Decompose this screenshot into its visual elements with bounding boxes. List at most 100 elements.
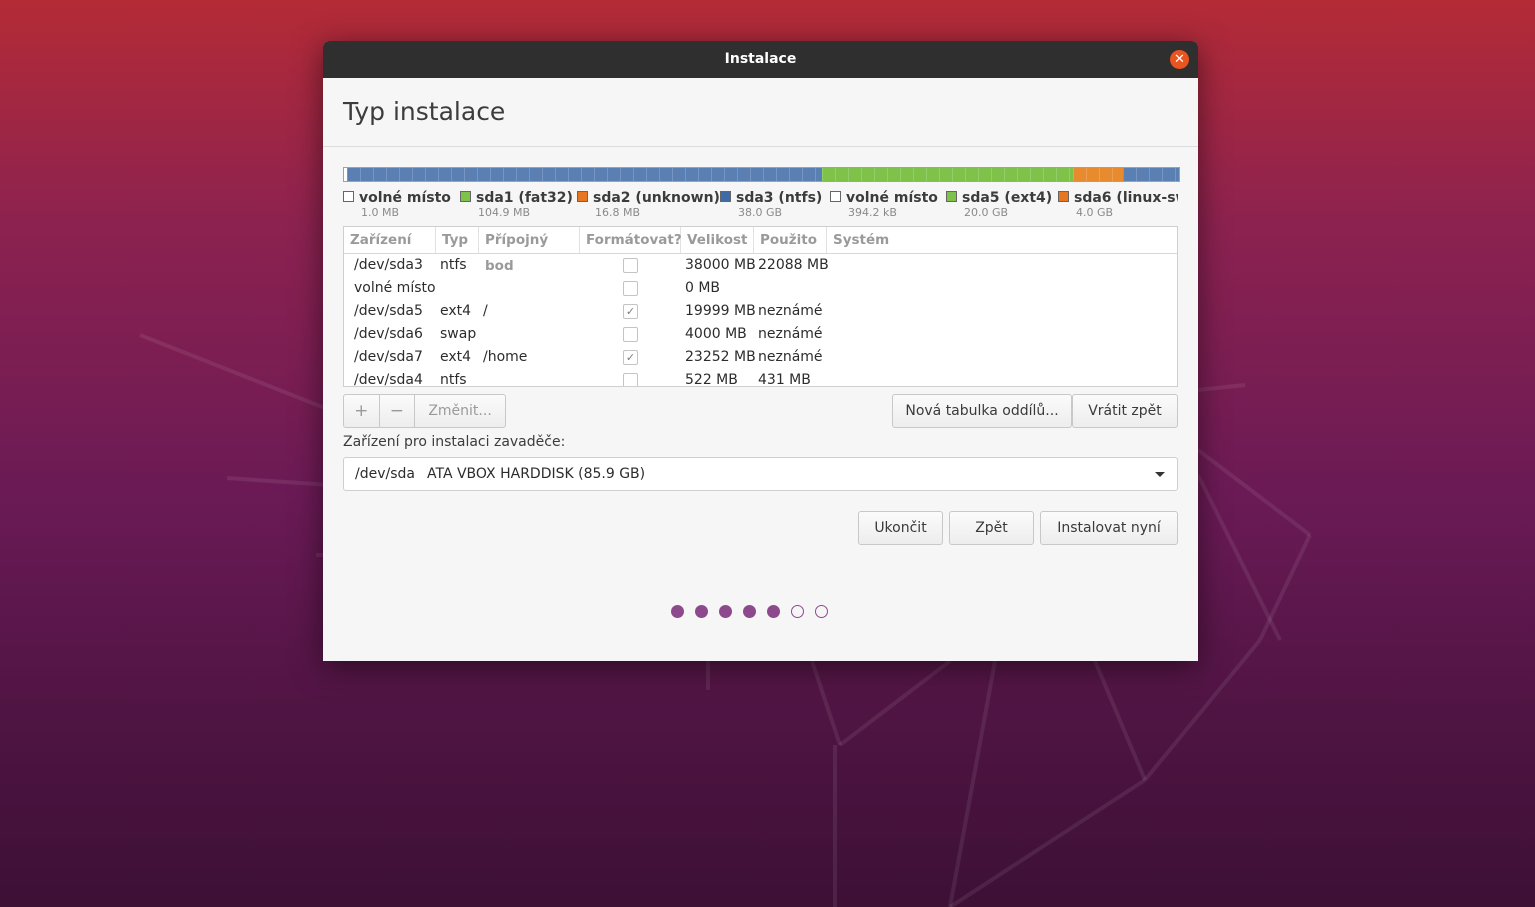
legend-swatch	[946, 191, 957, 202]
column-header[interactable]: Typ	[436, 227, 479, 253]
legend-size: 394.2 kB	[848, 206, 897, 217]
cell-device: volné místo	[354, 280, 436, 296]
cell-type: ext4	[440, 349, 472, 365]
table-row[interactable]: /dev/sda3 ntfs 38000 MB 22088 MB	[344, 254, 1177, 277]
page-title: Typ instalace	[343, 97, 506, 126]
legend-name: sda6 (linux-swa	[1074, 190, 1178, 206]
change-partition-button[interactable]: Změnit...	[415, 395, 505, 427]
cell-mount: /	[483, 303, 488, 319]
table-body: /dev/sda3 ntfs 38000 MB 22088 MB volné místo…	[344, 254, 1177, 387]
legend-item: sda5 (ext4) 20.0 GB	[946, 187, 1053, 217]
column-header[interactable]: Velikost	[681, 227, 754, 253]
legend-name: sda1 (fat32)	[476, 190, 573, 206]
progress-dot	[695, 605, 708, 618]
legend-swatch	[830, 191, 841, 202]
window-title: Instalace	[724, 51, 797, 67]
cell-used: 22088 MB	[758, 257, 829, 273]
format-checkbox[interactable]: ✓	[623, 350, 638, 365]
legend-swatch	[577, 191, 588, 202]
bootloader-description: ATA VBOX HARDDISK (85.9 GB)	[427, 466, 646, 482]
cell-used: neznámé	[758, 326, 823, 342]
cell-mount: /home	[483, 349, 528, 365]
cell-type: ntfs	[440, 257, 467, 273]
cell-used: neznámé	[758, 349, 823, 365]
format-checkbox[interactable]	[623, 281, 638, 296]
remove-partition-button[interactable]: −	[380, 395, 416, 427]
legend-item: sda3 (ntfs) 38.0 GB	[720, 187, 823, 217]
legend-size: 16.8 MB	[595, 206, 641, 217]
legend-item: sda1 (fat32) 104.9 MB	[460, 187, 573, 217]
legend-item: volné místo 1.0 MB	[343, 187, 451, 217]
new-partition-table-button[interactable]: Nová tabulka oddílů...	[892, 394, 1072, 428]
add-partition-button[interactable]: +	[344, 395, 380, 427]
partition-bar-segment	[822, 168, 1073, 181]
bootloader-device: /dev/sda	[355, 466, 415, 482]
progress-dots	[671, 605, 828, 621]
progress-dot	[791, 605, 804, 618]
legend-swatch	[720, 191, 731, 202]
quit-button[interactable]: Ukončit	[858, 511, 943, 545]
cell-device: /dev/sda3	[354, 257, 423, 273]
column-header[interactable]: Přípojný bod	[479, 227, 580, 274]
partition-bar-segment	[1123, 168, 1179, 181]
legend-size: 4.0 GB	[1076, 206, 1114, 217]
legend-item: volné místo 394.2 kB	[830, 187, 938, 217]
progress-dot	[671, 605, 684, 618]
cell-type: ntfs	[440, 372, 467, 387]
legend-swatch	[343, 191, 354, 202]
progress-dot	[815, 605, 828, 618]
column-header[interactable]: Použito	[754, 227, 827, 253]
bootloader-device-select[interactable]: /dev/sda ATA VBOX HARDDISK (85.9 GB)	[343, 457, 1178, 491]
legend-name: sda5 (ext4)	[962, 190, 1053, 206]
cell-device: /dev/sda7	[354, 349, 423, 365]
column-header[interactable]: Zařízení	[344, 227, 436, 253]
cell-device: /dev/sda6	[354, 326, 423, 342]
format-checkbox[interactable]	[623, 327, 638, 342]
partition-edit-buttons: + − Změnit...	[343, 394, 506, 428]
table-row[interactable]: /dev/sda4 ntfs 522 MB 431 MB	[344, 369, 1177, 387]
close-icon[interactable]: ✕	[1170, 50, 1189, 69]
title-bar: Instalace ✕	[323, 41, 1198, 78]
revert-button[interactable]: Vrátit zpět	[1072, 394, 1178, 428]
divider	[323, 146, 1198, 147]
legend-name: sda2 (unknown)	[593, 190, 720, 206]
column-header[interactable]: Formátovat?	[580, 227, 682, 253]
cell-size: 38000 MB	[685, 257, 756, 273]
cell-used: neznámé	[758, 303, 823, 319]
legend-size: 104.9 MB	[478, 206, 531, 217]
progress-dot	[719, 605, 732, 618]
cell-device: /dev/sda4	[354, 372, 423, 387]
cell-size: 4000 MB	[685, 326, 747, 342]
partition-bar-segment	[346, 168, 823, 181]
back-button[interactable]: Zpět	[949, 511, 1034, 545]
chevron-down-icon	[1155, 472, 1165, 477]
cell-size: 522 MB	[685, 372, 738, 387]
cell-used: 431 MB	[758, 372, 811, 387]
column-header[interactable]: Systém	[827, 227, 1177, 253]
legend-name: sda3 (ntfs)	[736, 190, 823, 206]
format-checkbox[interactable]	[623, 373, 638, 386]
installer-window: Instalace ✕ Typ instalace volné místo 1.0…	[323, 41, 1198, 661]
format-checkbox[interactable]: ✓	[623, 304, 638, 319]
cell-size: 0 MB	[685, 280, 721, 296]
legend-swatch	[1058, 191, 1069, 202]
partition-bar	[343, 167, 1180, 182]
table-row[interactable]: volné místo 0 MB	[344, 277, 1177, 300]
table-row[interactable]: /dev/sda6 swap 4000 MB neznámé	[344, 323, 1177, 346]
table-header: Zařízení Typ Přípojný bod Formátovat? Veliko…	[344, 227, 1177, 274]
progress-dot	[743, 605, 756, 618]
partition-bar-segment	[1072, 168, 1124, 181]
legend-item: sda6 (linux-swa4.0 GB	[1058, 187, 1178, 217]
cell-size: 23252 MB	[685, 349, 756, 365]
legend-name: volné místo	[359, 190, 451, 206]
partition-table[interactable]: Zařízení Typ Přípojný bod Formátovat? Veliko…	[343, 226, 1178, 387]
progress-dot	[767, 605, 780, 618]
table-row[interactable]: /dev/sda7 ext4/home 23252 MB neznámé ✓	[344, 346, 1177, 369]
format-checkbox[interactable]	[623, 258, 638, 273]
legend-size: 20.0 GB	[964, 206, 1009, 217]
table-row[interactable]: /dev/sda5 ext4 / 19999 MB neznámé ✓	[344, 300, 1177, 323]
bootloader-label: Zařízení pro instalaci zavaděče:	[343, 434, 566, 450]
legend-size: 38.0 GB	[738, 206, 783, 217]
legend-name: volné místo	[846, 190, 938, 206]
install-now-button[interactable]: Instalovat nyní	[1040, 511, 1178, 545]
